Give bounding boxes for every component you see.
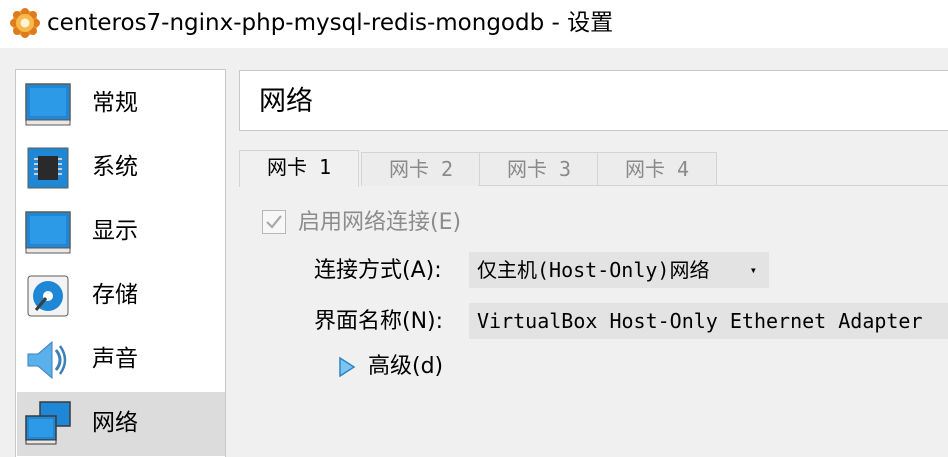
chevron-down-icon: ▾	[749, 263, 757, 277]
display-icon	[25, 211, 71, 254]
sidebar-item-general[interactable]: 常规	[17, 72, 225, 136]
enable-network-checkbox[interactable]	[262, 210, 286, 234]
attached-to-select[interactable]: 仅主机(Host-Only)网络 ▾	[469, 252, 769, 288]
settings-sidebar: 常规 系统 显示 存储 声音 网络	[15, 69, 226, 457]
window-title: centeros7-nginx-php-mysql-redis-mongodb …	[47, 10, 614, 36]
tab-adapter-3[interactable]: 网卡 3	[479, 152, 599, 186]
adapter-name-value: VirtualBox Host-Only Ethernet Adapter	[477, 309, 923, 333]
sidebar-item-label: 存储	[92, 282, 138, 308]
gear-icon	[10, 8, 40, 38]
tab-adapter-4[interactable]: 网卡 4	[597, 152, 717, 186]
check-icon	[266, 215, 282, 229]
attached-to-label: 连接方式(A):	[314, 258, 442, 283]
disk-icon	[27, 275, 69, 317]
sidebar-item-label: 系统	[92, 154, 138, 180]
sidebar-item-system[interactable]: 系统	[17, 136, 225, 200]
section-header: 网络	[239, 70, 948, 131]
attached-to-value: 仅主机(Host-Only)网络	[477, 258, 710, 282]
sidebar-item-label: 声音	[92, 346, 138, 372]
sidebar-item-label: 网络	[92, 410, 138, 436]
title-bar: centeros7-nginx-php-mysql-redis-mongodb …	[0, 0, 948, 48]
expand-arrow-icon	[339, 356, 356, 378]
sidebar-item-label: 显示	[92, 218, 138, 244]
sidebar-item-storage[interactable]: 存储	[17, 264, 225, 328]
page-title: 网络	[259, 86, 313, 117]
tab-divider	[478, 185, 948, 186]
sidebar-item-network[interactable]: 网络	[17, 392, 225, 456]
sidebar-item-display[interactable]: 显示	[17, 200, 225, 264]
tab-adapter-2[interactable]: 网卡 2	[361, 152, 481, 186]
tab-adapter-1[interactable]: 网卡 1	[239, 150, 359, 187]
advanced-label: 高级(d)	[368, 354, 444, 379]
adapter-name-label: 界面名称(N):	[314, 309, 444, 334]
adapter-name-select[interactable]: VirtualBox Host-Only Ethernet Adapter	[469, 303, 948, 339]
sidebar-item-label: 常规	[92, 90, 138, 116]
adapter-tabs: 网卡 1 网卡 2 网卡 3 网卡 4	[239, 150, 948, 187]
monitor-icon	[25, 83, 71, 126]
enable-network-label: 启用网络连接(E)	[298, 210, 462, 235]
speaker-icon	[27, 340, 67, 380]
sidebar-item-audio[interactable]: 声音	[17, 328, 225, 392]
chip-icon	[27, 147, 69, 189]
network-icon	[25, 401, 71, 445]
